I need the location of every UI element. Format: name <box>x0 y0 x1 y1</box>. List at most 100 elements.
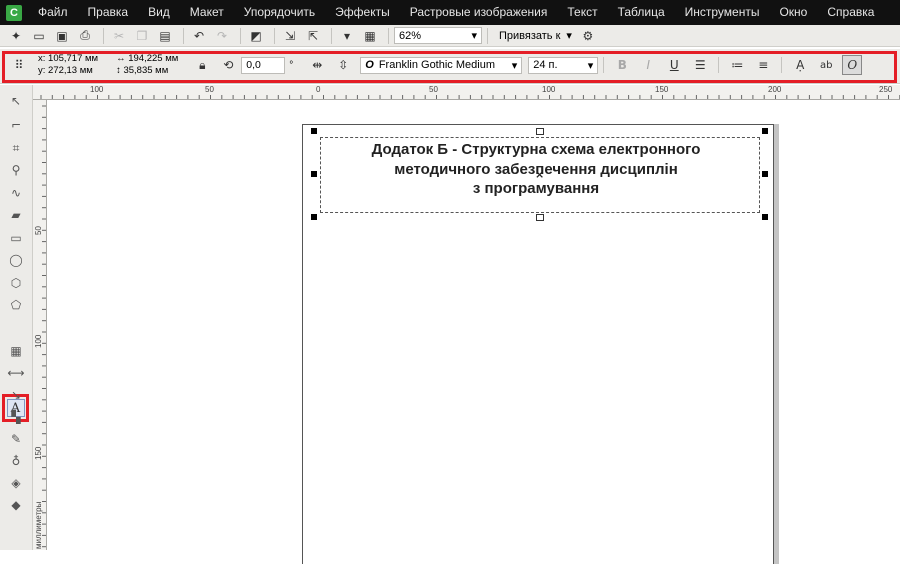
ruler-unit-label: миллиметры <box>34 501 43 549</box>
menu-effects[interactable]: Эффекты <box>325 0 400 25</box>
zoom-tool-icon[interactable]: ⚲ <box>5 160 27 180</box>
drop-cap-icon[interactable]: ≡ <box>753 55 773 75</box>
lock-ratio-icon[interactable]: 🔒︎ <box>192 55 212 75</box>
smart-fill-tool-icon[interactable]: ▰ <box>5 205 27 225</box>
save-icon[interactable]: ▣ <box>52 27 72 45</box>
menu-table[interactable]: Таблица <box>608 0 675 25</box>
menu-file[interactable]: Файл <box>28 0 78 25</box>
zoom-level-value: 62% <box>399 29 422 42</box>
open-folder-icon[interactable]: ▭ <box>29 27 49 45</box>
outline-tool-icon[interactable]: ♁ <box>5 451 27 471</box>
import-icon[interactable]: ⇲ <box>280 27 300 45</box>
polygon-tool-icon[interactable]: ⬡ <box>5 273 27 293</box>
horizontal-ruler[interactable]: 100 50 0 50 100 150 200 250 <box>33 85 900 100</box>
height-field[interactable]: 35,835 мм <box>123 65 168 76</box>
toolbar-divider <box>274 27 275 44</box>
edit-text-icon[interactable]: ab <box>816 55 836 75</box>
menu-help[interactable]: Справка <box>817 0 884 25</box>
x-position-field[interactable]: 105,717 мм <box>48 53 98 64</box>
opentype-features-icon[interactable]: O <box>842 55 863 75</box>
resize-handle[interactable] <box>311 214 317 220</box>
bold-icon[interactable]: B <box>612 55 632 75</box>
position-x-row: x: 105,717 мм <box>38 53 98 65</box>
table-tool-icon[interactable]: ▦ <box>5 341 27 361</box>
toolbar-divider <box>240 27 241 44</box>
freehand-tool-icon[interactable]: ∿ <box>5 183 27 203</box>
new-document-icon[interactable]: ✦ <box>6 27 26 45</box>
underline-icon[interactable]: U <box>664 55 684 75</box>
interactive-fill-tool-icon[interactable]: ◆ <box>5 495 27 515</box>
application-launcher-icon[interactable]: ▾ <box>337 27 357 45</box>
bullet-list-icon[interactable]: ≔ <box>727 55 747 75</box>
text-line: з програмування <box>472 180 600 197</box>
ruler-label: 100 <box>34 334 43 348</box>
cut-icon[interactable]: ✂ <box>109 27 129 45</box>
mirror-horizontal-icon[interactable]: ⇹ <box>307 55 327 75</box>
crop-tool-icon[interactable]: ⌗ <box>5 138 27 158</box>
ruler-label: 250 <box>879 85 893 94</box>
resize-handle[interactable] <box>762 171 768 177</box>
zoom-level-select[interactable]: 62% ▾ <box>394 27 482 44</box>
rotate-icon: ⟲ <box>223 58 234 72</box>
menu-window[interactable]: Окно <box>769 0 817 25</box>
snap-to-select[interactable]: Привязать к ▾ ⚙ <box>499 27 601 45</box>
text-line: Додаток Б - Структурна схема електронног… <box>371 141 701 158</box>
shape-tool-icon[interactable]: ⌐ <box>5 115 27 135</box>
connector-tool-icon[interactable]: ↘ <box>5 385 27 405</box>
object-size: ↔ 194,225 мм ↕ 35,835 мм <box>116 53 178 77</box>
text-alignment-icon[interactable]: ☰ <box>690 55 710 75</box>
app-logo-icon: C <box>6 4 22 21</box>
chevron-down-icon: ▾ <box>587 59 594 72</box>
toolbar-divider <box>183 27 184 44</box>
basic-shapes-tool-icon[interactable]: ⬠ <box>5 295 27 315</box>
undo-icon[interactable]: ↶ <box>189 27 209 45</box>
reference-point-icon[interactable]: ⠿ <box>9 55 29 75</box>
welcome-screen-icon[interactable]: ▦ <box>360 27 380 45</box>
export-icon[interactable]: ⇱ <box>303 27 323 45</box>
resize-handle[interactable] <box>762 214 768 220</box>
search-content-icon[interactable]: ◩ <box>246 27 266 45</box>
menu-edit[interactable]: Правка <box>78 0 139 25</box>
menu-view[interactable]: Вид <box>138 0 180 25</box>
resize-handle[interactable] <box>762 128 768 134</box>
chevron-down-icon: ▾ <box>511 59 518 72</box>
font-family-row: O Franklin Gothic Medium <box>365 59 495 71</box>
blend-tool-icon[interactable]: ▚ <box>5 407 27 427</box>
menu-text[interactable]: Текст <box>557 0 607 25</box>
character-formatting-icon[interactable]: Ạ <box>790 55 810 75</box>
mirror-vertical-icon[interactable]: ⇳ <box>333 55 353 75</box>
resize-handle[interactable] <box>311 128 317 134</box>
fill-tool-icon[interactable]: ◈ <box>5 473 27 493</box>
ellipse-tool-icon[interactable]: ◯ <box>5 250 27 270</box>
toolbar-divider <box>103 27 104 44</box>
font-size-select[interactable]: 24 п. ▾ <box>528 56 599 74</box>
options-icon[interactable]: ⚙ <box>578 27 598 45</box>
width-icon: ↔ <box>116 53 126 64</box>
vertical-ruler[interactable]: 50 100 150 миллиметры <box>33 100 47 550</box>
width-field[interactable]: 194,225 мм <box>128 53 178 64</box>
font-family-select[interactable]: O Franklin Gothic Medium ▾ <box>360 56 523 74</box>
italic-icon[interactable]: I <box>638 55 658 75</box>
redo-icon[interactable]: ↷ <box>212 27 232 45</box>
menu-arrange[interactable]: Упорядочить <box>234 0 325 25</box>
resize-handle[interactable] <box>311 171 317 177</box>
rotation-angle-field[interactable]: 0,0 <box>241 56 286 74</box>
eyedropper-tool-icon[interactable]: ✎ <box>5 429 27 449</box>
menu-layout[interactable]: Макет <box>180 0 234 25</box>
dimension-tool-icon[interactable]: ⟷ <box>5 363 27 383</box>
menu-bitmaps[interactable]: Растровые изображения <box>400 0 558 25</box>
paste-icon[interactable]: ▤ <box>155 27 175 45</box>
print-icon[interactable]: ⎙ <box>75 27 95 45</box>
menu-tools[interactable]: Инструменты <box>675 0 770 25</box>
standard-toolbar: ✦ ▭ ▣ ⎙ ✂ ❐ ▤ ↶ ↷ ◩ ⇲ ⇱ ▾ ▦ 62% ▾ Привяз… <box>0 25 900 47</box>
toolbar-divider <box>781 57 783 73</box>
y-position-field[interactable]: 272,13 мм <box>48 65 93 76</box>
text-frame-bottom-tab[interactable] <box>536 214 544 221</box>
toolbar-divider <box>718 57 720 73</box>
pick-tool-icon[interactable]: ↖ <box>5 91 27 111</box>
snap-to-label: Привязать к <box>499 29 561 42</box>
object-position: x: 105,717 мм y: 272,13 мм <box>38 53 98 77</box>
rectangle-tool-icon[interactable]: ▭ <box>5 228 27 248</box>
copy-icon[interactable]: ❐ <box>132 27 152 45</box>
text-frame-top-tab[interactable] <box>536 128 544 135</box>
